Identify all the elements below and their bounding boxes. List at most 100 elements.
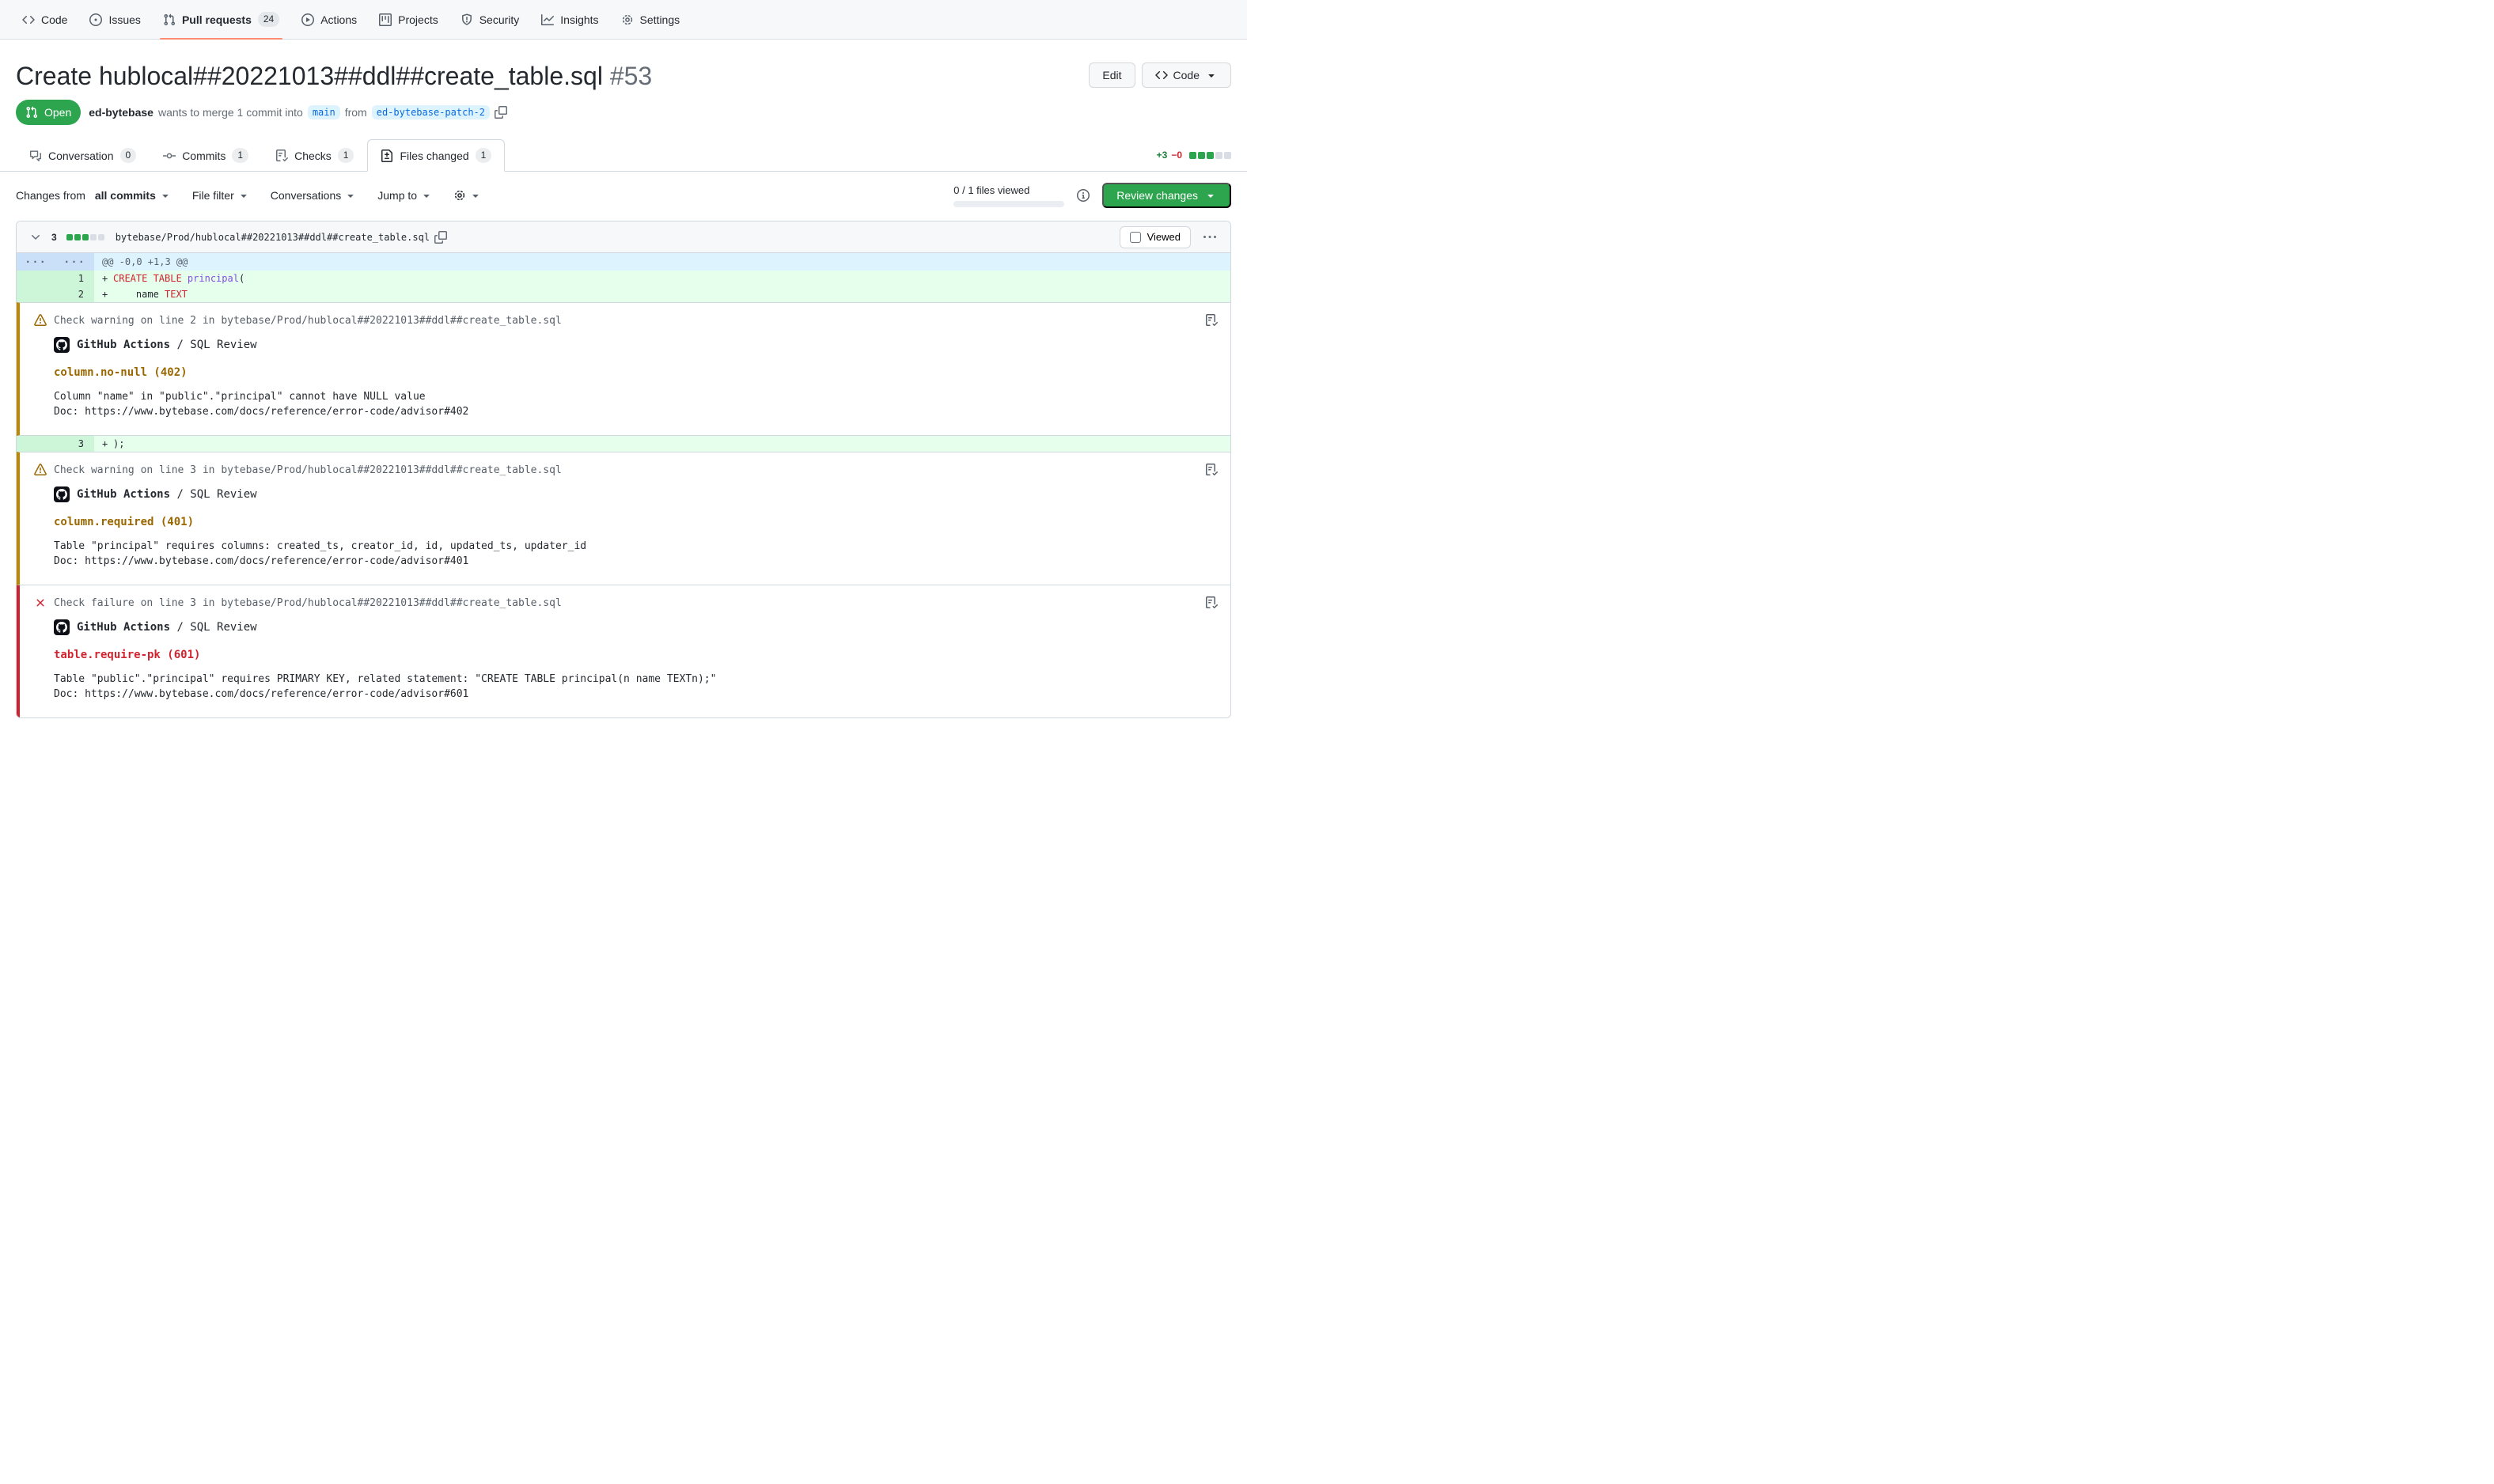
- conversations-label: Conversations: [271, 189, 342, 202]
- nav-label: Pull requests: [182, 13, 252, 26]
- line-number[interactable]: 3: [17, 436, 94, 452]
- nav-item-code[interactable]: Code: [11, 0, 78, 39]
- nav-item-actions[interactable]: Actions: [290, 0, 368, 39]
- check-message: Table "public"."principal" requires PRIM…: [54, 672, 1218, 687]
- line-number[interactable]: 2: [17, 286, 94, 302]
- code-icon: [1155, 69, 1168, 81]
- diffstat-square-empty: [90, 234, 97, 240]
- line-number[interactable]: 1: [17, 271, 94, 286]
- check-app-name[interactable]: GitHub Actions: [77, 339, 170, 351]
- chevron-down-icon: [159, 189, 172, 202]
- code-button-label: Code: [1173, 69, 1200, 81]
- nav-item-pull-requests[interactable]: Pull requests 24: [152, 0, 290, 39]
- copy-branch-icon[interactable]: [495, 106, 507, 119]
- check-annotation-failure: Check failure on line 3 in bytebase/Prod…: [17, 585, 1230, 717]
- check-run-icon[interactable]: [1205, 314, 1218, 327]
- pr-author[interactable]: ed-bytebase: [89, 106, 154, 119]
- code-icon: [22, 13, 35, 26]
- copy-file-path-icon[interactable]: [434, 231, 447, 244]
- from-word: from: [345, 106, 367, 119]
- tab-commits[interactable]: Commits 1: [150, 139, 262, 172]
- diff-line-code[interactable]: + name TEXT: [94, 286, 188, 302]
- check-doc-link: Doc: https://www.bytebase.com/docs/refer…: [54, 404, 1218, 419]
- avatar: [54, 486, 70, 502]
- viewed-toggle-button[interactable]: Viewed: [1120, 226, 1191, 248]
- diffstat: +3 −0: [1157, 150, 1231, 171]
- viewed-checkbox[interactable]: [1130, 232, 1141, 243]
- check-app-name[interactable]: GitHub Actions: [77, 621, 170, 634]
- nav-label: Issues: [108, 13, 140, 26]
- pr-state-label: Open: [44, 106, 71, 119]
- expand-dots: ···: [17, 253, 55, 271]
- avatar: [54, 337, 70, 353]
- head-branch-label[interactable]: ed-bytebase-patch-2: [372, 105, 490, 119]
- diffstat-square-empty: [1224, 152, 1231, 159]
- files-viewed-progress: 0 / 1 files viewed: [953, 184, 1064, 207]
- edit-button[interactable]: Edit: [1089, 62, 1135, 88]
- nav-label: Settings: [640, 13, 680, 26]
- check-context: / SQL Review: [176, 621, 256, 634]
- chevron-down-icon: [237, 189, 250, 202]
- tab-files-changed[interactable]: Files changed 1: [367, 139, 505, 172]
- file-menu-kebab-icon[interactable]: [1203, 231, 1216, 244]
- git-commit-icon: [163, 150, 176, 162]
- collapse-file-chevron-icon[interactable]: [25, 231, 47, 244]
- viewed-label: Viewed: [1147, 231, 1181, 243]
- nav-item-issues[interactable]: Issues: [78, 0, 151, 39]
- addition-marker: +: [102, 286, 113, 302]
- file-diff-icon: [381, 150, 393, 162]
- checklist-icon: [275, 150, 288, 162]
- files-viewed-label: 0 / 1 files viewed: [953, 184, 1064, 196]
- issue-opened-icon: [89, 13, 102, 26]
- tab-conversation[interactable]: Conversation 0: [16, 139, 150, 172]
- diffstat-square-filled: [1198, 152, 1205, 159]
- nav-item-security[interactable]: Security: [449, 0, 531, 39]
- diff-line-added: 3 +);: [17, 436, 1230, 452]
- nav-label: Code: [41, 13, 67, 26]
- changes-from-dropdown[interactable]: Changes from all commits: [16, 189, 172, 202]
- tab-count: 1: [338, 148, 354, 163]
- diffstat-square-filled: [1207, 152, 1214, 159]
- nav-item-insights[interactable]: Insights: [530, 0, 609, 39]
- nav-label: Projects: [398, 13, 438, 26]
- changes-from-value: all commits: [95, 189, 156, 202]
- file-path[interactable]: bytebase/Prod/hublocal##20221013##ddl##c…: [116, 232, 430, 243]
- diff-line-code[interactable]: +);: [94, 436, 124, 452]
- check-annotation-warning: Check warning on line 2 in bytebase/Prod…: [17, 302, 1230, 436]
- check-doc-link: Doc: https://www.bytebase.com/docs/refer…: [54, 687, 1218, 702]
- check-run-icon[interactable]: [1205, 596, 1218, 609]
- review-changes-button[interactable]: Review changes: [1102, 183, 1231, 208]
- check-run-icon[interactable]: [1205, 464, 1218, 476]
- tab-checks[interactable]: Checks 1: [262, 139, 367, 172]
- conversations-dropdown[interactable]: Conversations: [271, 189, 358, 202]
- warning-triangle-icon: [34, 464, 47, 476]
- tab-count: 1: [232, 148, 248, 163]
- github-mark-icon: [56, 622, 67, 633]
- check-annotation-warning: Check warning on line 3 in bytebase/Prod…: [17, 452, 1230, 585]
- files-viewed-bar: [953, 201, 1064, 207]
- addition-marker: +: [102, 271, 113, 286]
- base-branch-label[interactable]: main: [308, 105, 340, 119]
- info-icon[interactable]: [1077, 189, 1090, 202]
- diff-line-code[interactable]: +CREATE TABLE principal(: [94, 271, 244, 286]
- nav-item-settings[interactable]: Settings: [610, 0, 692, 39]
- nav-label: Insights: [560, 13, 598, 26]
- comment-discussion-icon: [29, 150, 42, 162]
- hunk-expander[interactable]: ··· ···: [17, 253, 94, 271]
- check-rule-title: column.no-null (402): [54, 366, 1218, 379]
- code-dropdown-button[interactable]: Code: [1142, 62, 1231, 88]
- warning-triangle-icon: [34, 314, 47, 327]
- check-app-name[interactable]: GitHub Actions: [77, 488, 170, 501]
- nav-label: Security: [479, 13, 520, 26]
- x-icon: [34, 596, 47, 609]
- check-doc-link: Doc: https://www.bytebase.com/docs/refer…: [54, 554, 1218, 569]
- nav-item-projects[interactable]: Projects: [368, 0, 449, 39]
- jump-to-dropdown[interactable]: Jump to: [377, 189, 433, 202]
- file-filter-dropdown[interactable]: File filter: [192, 189, 250, 202]
- diff-settings-dropdown[interactable]: [453, 189, 482, 202]
- merge-summary: ed-bytebase wants to merge 1 commit into…: [89, 105, 507, 119]
- annotation-header: Check warning on line 3 in bytebase/Prod…: [54, 464, 562, 476]
- diffstat-square-filled: [82, 234, 89, 240]
- sql-identifier: principal: [188, 273, 239, 284]
- file-filter-label: File filter: [192, 189, 234, 202]
